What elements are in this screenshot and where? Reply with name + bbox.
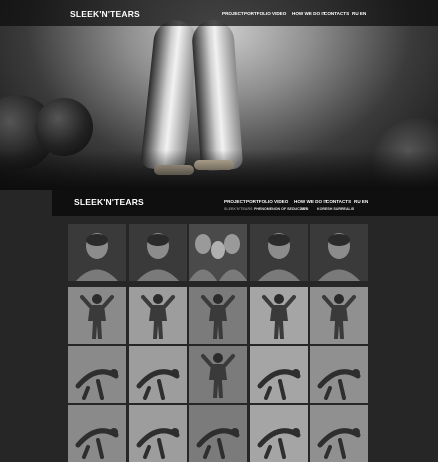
- gallery-photo[interactable]: [310, 346, 368, 403]
- page-nav-project[interactable]: PROJECT: [224, 199, 246, 204]
- gallery-photo[interactable]: [68, 346, 126, 403]
- gallery-photo[interactable]: [250, 287, 308, 344]
- gallery-photo[interactable]: [250, 405, 308, 462]
- page-navbar: SLEEK'N'TEARS PROJECT PORTFOLIO VIDEO HO…: [52, 190, 438, 216]
- hero-image: [0, 0, 438, 190]
- nav-how-we-do-it[interactable]: HOW WE DO IT: [292, 11, 325, 16]
- nav-project[interactable]: PROJECT: [222, 11, 244, 16]
- gallery-photo[interactable]: [189, 405, 247, 462]
- hero-leg-left: [140, 18, 200, 172]
- gallery-photo[interactable]: [189, 287, 247, 344]
- gallery-photo[interactable]: [68, 287, 126, 344]
- gallery-photo[interactable]: [129, 346, 187, 403]
- nav-contacts[interactable]: CONTACTS: [324, 11, 349, 16]
- submenu-art[interactable]: ART: [300, 207, 307, 211]
- nav-language[interactable]: RU EN: [352, 11, 366, 16]
- page-nav-language[interactable]: RU EN: [354, 199, 368, 204]
- gallery-photo[interactable]: [129, 224, 187, 281]
- top-navbar: SLEEK'N'TEARS PROJECT PORTFOLIO VIDEO HO…: [0, 0, 438, 26]
- submenu-koresh-surrealis[interactable]: KORESH SURREALIS: [317, 207, 354, 211]
- hero-floor: [0, 150, 438, 190]
- gallery-photo[interactable]: [189, 346, 247, 403]
- page-nav-video[interactable]: VIDEO: [274, 199, 288, 204]
- gallery-photo[interactable]: [129, 405, 187, 462]
- hero-leg-right: [190, 18, 244, 172]
- gallery-photo[interactable]: [250, 346, 308, 403]
- submenu-sleekntears[interactable]: SLEEK'N'TEARS: [224, 207, 252, 211]
- page-nav-contacts[interactable]: CONTACTS: [326, 199, 351, 204]
- page-nav-portfolio[interactable]: PORTFOLIO: [246, 199, 273, 204]
- page-brand-logo[interactable]: SLEEK'N'TEARS: [74, 197, 144, 207]
- gallery-photo[interactable]: [68, 405, 126, 462]
- hero-ball-mid: [35, 98, 93, 156]
- gallery-photo[interactable]: [189, 224, 247, 281]
- page-nav-how-we-do-it[interactable]: HOW WE DO IT: [294, 199, 327, 204]
- gallery-photo[interactable]: [310, 287, 368, 344]
- gallery-photo[interactable]: [310, 405, 368, 462]
- gallery-photo[interactable]: [250, 224, 308, 281]
- gallery-photo[interactable]: [310, 224, 368, 281]
- gallery-photo[interactable]: [68, 224, 126, 281]
- gallery-photo[interactable]: [129, 287, 187, 344]
- nav-video[interactable]: VIDEO: [272, 11, 286, 16]
- nav-portfolio[interactable]: PORTFOLIO: [244, 11, 271, 16]
- brand-logo[interactable]: SLEEK'N'TEARS: [70, 9, 140, 19]
